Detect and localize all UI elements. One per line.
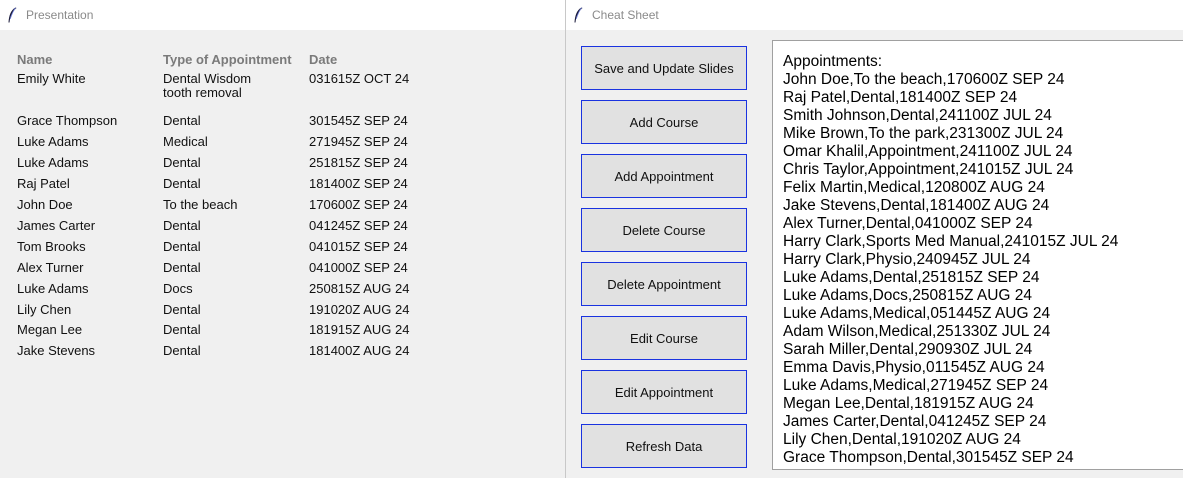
delete-course-button[interactable]: Delete Course — [581, 208, 747, 252]
text-line: John Doe,To the beach,170600Z SEP 24 — [783, 71, 1065, 88]
cell-type: To the beach — [163, 197, 238, 212]
text-line: Harry Clark,Sports Med Manual,241015Z JU… — [783, 233, 1119, 250]
text-line: James Carter,Dental,041245Z SEP 24 — [783, 413, 1047, 430]
cell-name: Tom Brooks — [17, 239, 86, 254]
table-row: John Doe To the beach 170600Z SEP 24 — [0, 198, 560, 218]
cell-type: Dental — [163, 218, 201, 233]
text-line: Sarah Miller,Dental,290930Z JUL 24 — [783, 341, 1033, 358]
text-line: Harry Clark,Physio,240945Z JUL 24 — [783, 251, 1031, 268]
cell-date: 041000Z SEP 24 — [309, 260, 408, 275]
edit-course-button[interactable]: Edit Course — [581, 316, 747, 360]
cell-date: 251815Z SEP 24 — [309, 155, 408, 170]
table-row: Luke Adams Docs 250815Z AUG 24 — [0, 282, 560, 302]
presentation-window: Presentation Name Type of Appointment Da… — [0, 0, 566, 478]
cheat-sheet-window: Cheat Sheet Save and Update Slides Add C… — [565, 0, 1183, 478]
cell-type: Dental Wisdom — [163, 71, 252, 86]
table-row: Luke Adams Medical 271945Z SEP 24 — [0, 135, 560, 155]
cell-name: Emily White — [17, 71, 86, 86]
cell-name: Raj Patel — [17, 176, 70, 191]
text-line: Emma Davis,Physio,011545Z AUG 24 — [783, 359, 1045, 376]
text-line: Luke Adams,Medical,051445Z AUG 24 — [783, 305, 1051, 322]
table-row: Emily White Dental Wisdom tooth removal … — [0, 71, 560, 99]
text-line: Smith Johnson,Dental,241100Z JUL 24 — [783, 107, 1052, 124]
text-line: Omar Khalil,Appointment,241100Z JUL 24 — [783, 143, 1073, 160]
cell-name: James Carter — [17, 218, 96, 233]
table-row: Raj Patel Dental 181400Z SEP 24 — [0, 177, 560, 197]
cell-type: Dental — [163, 343, 201, 358]
cell-name: Grace Thompson — [17, 113, 118, 128]
cell-name: John Doe — [17, 197, 73, 212]
text-line: Felix Martin,Medical,120800Z AUG 24 — [783, 179, 1045, 196]
table-row: Tom Brooks Dental 041015Z SEP 24 — [0, 240, 560, 260]
text-line: Grace Thompson,Dental,301545Z SEP 24 — [783, 449, 1074, 466]
text-line: Luke Adams,Docs,250815Z AUG 24 — [783, 287, 1033, 304]
text-line: Alex Turner,Dental,041000Z SEP 24 — [783, 215, 1033, 232]
cell-name: Lily Chen — [17, 302, 72, 317]
cell-name: Luke Adams — [17, 281, 89, 296]
cell-type: Dental — [163, 239, 201, 254]
cell-type: Dental — [163, 260, 201, 275]
cell-date: 191020Z AUG 24 — [309, 302, 410, 317]
cell-date: 031615Z OCT 24 — [309, 71, 410, 86]
table-row: James Carter Dental 041245Z SEP 24 — [0, 219, 560, 239]
appointments-text-area[interactable]: Appointments: John Doe,To the beach,1706… — [772, 40, 1183, 470]
cell-type: Dental — [163, 322, 201, 337]
edit-appointment-button[interactable]: Edit Appointment — [581, 370, 747, 414]
table-row: Luke Adams Dental 251815Z SEP 24 — [0, 156, 560, 176]
cell-date: 271945Z SEP 24 — [309, 134, 408, 149]
cell-name: Luke Adams — [17, 155, 89, 170]
text-line: Luke Adams,Medical,271945Z SEP 24 — [783, 377, 1049, 394]
text-line: Jake Stevens,Dental,181400Z AUG 24 — [783, 197, 1050, 214]
feather-icon — [8, 7, 17, 23]
cell-date: 170600Z SEP 24 — [309, 197, 408, 212]
cell-name: Alex Turner — [17, 260, 84, 275]
text-line: Lily Chen,Dental,191020Z AUG 24 — [783, 431, 1021, 448]
cell-name: Luke Adams — [17, 134, 89, 149]
cell-date: 250815Z AUG 24 — [309, 281, 410, 296]
text-line: Luke Adams,Dental,251815Z SEP 24 — [783, 269, 1040, 286]
delete-appointment-button[interactable]: Delete Appointment — [581, 262, 747, 306]
cell-date: 041245Z SEP 24 — [309, 218, 408, 233]
cheat-sheet-titlebar[interactable]: Cheat Sheet — [566, 0, 1183, 30]
column-header-name: Name — [17, 52, 53, 67]
add-appointment-button[interactable]: Add Appointment — [581, 154, 747, 198]
text-line: Chris Taylor,Appointment,241015Z JUL 24 — [783, 161, 1074, 178]
cell-type-continued: tooth removal — [163, 85, 242, 100]
text-line: Megan Lee,Dental,181915Z AUG 24 — [783, 395, 1034, 412]
cell-date: 181400Z AUG 24 — [309, 343, 410, 358]
add-course-button[interactable]: Add Course — [581, 100, 747, 144]
table-row: Megan Lee Dental 181915Z AUG 24 — [0, 323, 560, 343]
text-line: Appointments: — [783, 53, 883, 70]
column-header-date: Date — [309, 52, 338, 67]
cell-type: Dental — [163, 176, 201, 191]
cheat-sheet-title: Cheat Sheet — [592, 8, 659, 22]
cell-date: 181915Z AUG 24 — [309, 322, 410, 337]
cell-type: Dental — [163, 155, 201, 170]
text-line: Adam Wilson,Medical,251330Z JUL 24 — [783, 323, 1051, 340]
cell-type: Dental — [163, 302, 201, 317]
table-row: Grace Thompson Dental 301545Z SEP 24 — [0, 114, 560, 134]
table-row: Alex Turner Dental 041000Z SEP 24 — [0, 261, 560, 281]
presentation-title: Presentation — [26, 8, 94, 22]
cell-name: Megan Lee — [17, 322, 83, 337]
cell-date: 301545Z SEP 24 — [309, 113, 408, 128]
presentation-titlebar[interactable]: Presentation — [0, 0, 566, 30]
cell-type: Dental — [163, 113, 201, 128]
column-header-type: Type of Appointment — [163, 52, 292, 67]
feather-icon — [574, 7, 583, 23]
table-row: Lily Chen Dental 191020Z AUG 24 — [0, 303, 560, 323]
cell-date: 041015Z SEP 24 — [309, 239, 408, 254]
cell-name: Jake Stevens — [17, 343, 96, 358]
refresh-data-button[interactable]: Refresh Data — [581, 424, 747, 468]
cell-type: Docs — [163, 281, 193, 296]
cell-date: 181400Z SEP 24 — [309, 176, 408, 191]
cell-type: Medical — [163, 134, 208, 149]
save-and-update-slides-button[interactable]: Save and Update Slides — [581, 46, 747, 90]
text-line: Mike Brown,To the park,231300Z JUL 24 — [783, 125, 1064, 142]
text-line: Raj Patel,Dental,181400Z SEP 24 — [783, 89, 1018, 106]
table-row: Jake Stevens Dental 181400Z AUG 24 — [0, 344, 560, 364]
